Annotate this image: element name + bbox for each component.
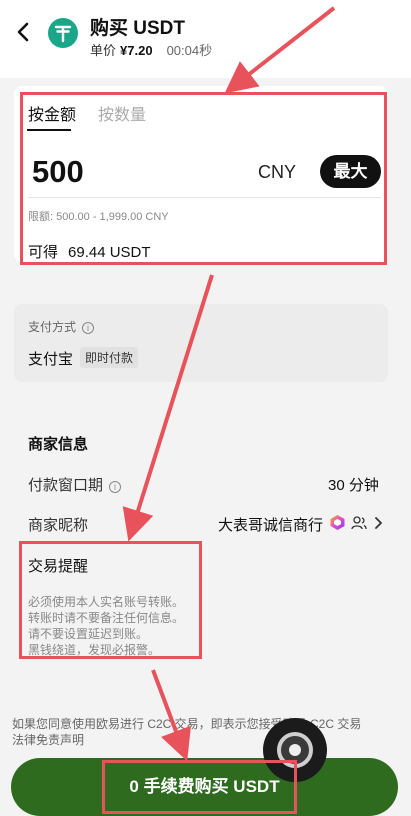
page-title: 购买 USDT <box>90 18 186 39</box>
price-value: ¥7.20 <box>120 43 153 58</box>
reminder-line: 转账时请不要备注任何信息。 <box>28 611 185 625</box>
receive-line: 可得 69.44 USDT <box>28 241 151 262</box>
reminder-line: 黑钱绕道，发现必报警。 <box>28 643 161 657</box>
receive-value: 69.44 USDT <box>68 244 151 261</box>
trade-reminder-text: 必须使用本人实名账号转账。 转账时请不要备注任何信息。 请不要设置延迟到账。 黑… <box>28 594 184 658</box>
legal-disclaimer: 如果您同意使用欧易进行 C2C 交易，即表示您接受欧易 C2C 交易 法律免责声… <box>12 716 400 748</box>
floating-button-ring-icon <box>277 732 313 768</box>
back-arrow-icon[interactable] <box>14 20 34 44</box>
pay-window-value: 30 分钟 <box>328 477 379 494</box>
instant-pay-tag: 即时付款 <box>80 347 139 368</box>
buy-usdt-button[interactable]: 0 手续费购买 USDT <box>11 758 398 816</box>
merchant-nickname-value[interactable]: 大表哥诚信商行 <box>218 514 323 535</box>
person-icon <box>351 516 367 530</box>
payment-method-label-row: 支付方式 i <box>28 318 95 335</box>
price-label: 单价 <box>90 43 117 58</box>
merchant-nickname-label: 商家昵称 <box>28 517 89 534</box>
payment-method-label: 支付方式 <box>28 320 77 334</box>
disclaimer-line: 如果您同意使用欧易进行 C2C 交易，即表示您接受欧易 C2C 交易 <box>12 717 362 731</box>
limit-text: 限额: 500.00 - 1,999.00 CNY <box>28 211 169 223</box>
merchant-info-title: 商家信息 <box>28 436 89 453</box>
divider <box>28 197 381 198</box>
floating-assistive-button[interactable] <box>263 718 327 782</box>
payment-method-card <box>14 304 388 382</box>
countdown-timer: 00:04秒 <box>166 43 213 58</box>
amount-input[interactable]: 500 <box>32 154 84 190</box>
reminder-line: 必须使用本人实名账号转账。 <box>28 595 185 609</box>
tab-by-amount[interactable]: 按金额 <box>28 101 76 125</box>
pay-window-label-row: 付款窗口期 i <box>28 474 122 495</box>
verified-badge-icon <box>330 515 345 530</box>
info-icon[interactable]: i <box>109 481 122 493</box>
tab-by-quantity[interactable]: 按数量 <box>98 101 146 125</box>
floating-button-dot-icon <box>289 744 301 756</box>
active-tab-indicator <box>27 129 71 131</box>
disclaimer-link[interactable]: 法律免责声明 <box>12 732 400 748</box>
top-bar: 购买 USDT 单价 ¥7.20 00:04秒 <box>0 0 411 66</box>
trade-reminder-title: 交易提醒 <box>28 558 89 575</box>
currency-label: CNY <box>258 162 297 182</box>
reminder-line: 请不要设置延迟到账。 <box>28 627 149 641</box>
chevron-right-icon[interactable] <box>373 515 383 531</box>
usdt-logo-icon <box>48 18 78 48</box>
receive-label: 可得 <box>28 244 59 261</box>
max-button[interactable]: 最大 <box>320 155 381 188</box>
price-line: 单价 ¥7.20 00:04秒 <box>90 40 212 59</box>
info-icon[interactable]: i <box>82 322 95 334</box>
pay-window-label: 付款窗口期 <box>28 477 104 494</box>
payment-method-value[interactable]: 支付宝 <box>28 348 73 369</box>
